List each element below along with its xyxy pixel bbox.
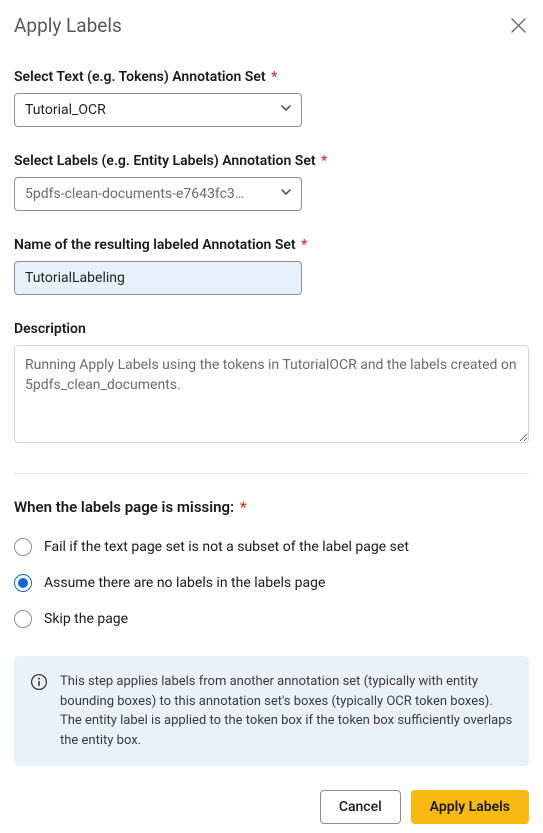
- required-marker: *: [321, 153, 327, 169]
- field-description: Description Running Apply Labels using t…: [14, 321, 529, 447]
- description-textarea[interactable]: Running Apply Labels using the tokens in…: [14, 345, 529, 443]
- result-name-input[interactable]: [14, 261, 302, 295]
- radio-label: Fail if the text page set is not a subse…: [44, 539, 409, 555]
- field-text-annotation-set: Select Text (e.g. Tokens) Annotation Set…: [14, 69, 529, 127]
- field-label: Select Labels (e.g. Entity Labels) Annot…: [14, 153, 529, 169]
- chevron-down-icon: [279, 101, 293, 119]
- field-label: Description: [14, 321, 529, 337]
- field-labels-annotation-set: Select Labels (e.g. Entity Labels) Annot…: [14, 153, 529, 211]
- missing-page-radio-group: Fail if the text page set is not a subse…: [14, 538, 529, 628]
- field-label: Select Text (e.g. Tokens) Annotation Set…: [14, 69, 529, 85]
- divider: [14, 473, 529, 474]
- cancel-button[interactable]: Cancel: [320, 790, 401, 824]
- radio-button: [14, 538, 32, 556]
- close-button[interactable]: [507, 15, 529, 37]
- text-annotation-select[interactable]: Tutorial_OCR: [14, 93, 302, 127]
- radio-option-fail[interactable]: Fail if the text page set is not a subse…: [14, 538, 529, 556]
- radio-button: [14, 610, 32, 628]
- info-icon: [30, 673, 48, 691]
- dialog-title: Apply Labels: [14, 14, 122, 37]
- radio-label: Skip the page: [44, 611, 128, 627]
- missing-page-label: When the labels page is missing: *: [14, 498, 529, 516]
- required-marker: *: [301, 237, 307, 253]
- chevron-down-icon: [279, 185, 293, 203]
- select-value: 5pdfs-clean-documents-e7643fc3…: [25, 186, 267, 202]
- labels-annotation-select[interactable]: 5pdfs-clean-documents-e7643fc3…: [14, 177, 302, 211]
- apply-labels-button[interactable]: Apply Labels: [411, 790, 529, 824]
- info-text: This step applies labels from another an…: [60, 672, 513, 750]
- close-icon: [511, 18, 526, 33]
- radio-option-skip[interactable]: Skip the page: [14, 610, 529, 628]
- required-marker: *: [271, 69, 277, 85]
- select-value: Tutorial_OCR: [25, 102, 267, 118]
- dialog-footer: Cancel Apply Labels: [14, 790, 529, 824]
- field-label: Name of the resulting labeled Annotation…: [14, 237, 529, 253]
- radio-label: Assume there are no labels in the labels…: [44, 575, 325, 591]
- radio-option-assume-none[interactable]: Assume there are no labels in the labels…: [14, 574, 529, 592]
- required-marker: *: [240, 498, 247, 516]
- info-box: This step applies labels from another an…: [14, 656, 529, 766]
- dialog-header: Apply Labels: [14, 14, 529, 37]
- radio-button: [14, 574, 32, 592]
- field-result-name: Name of the resulting labeled Annotation…: [14, 237, 529, 295]
